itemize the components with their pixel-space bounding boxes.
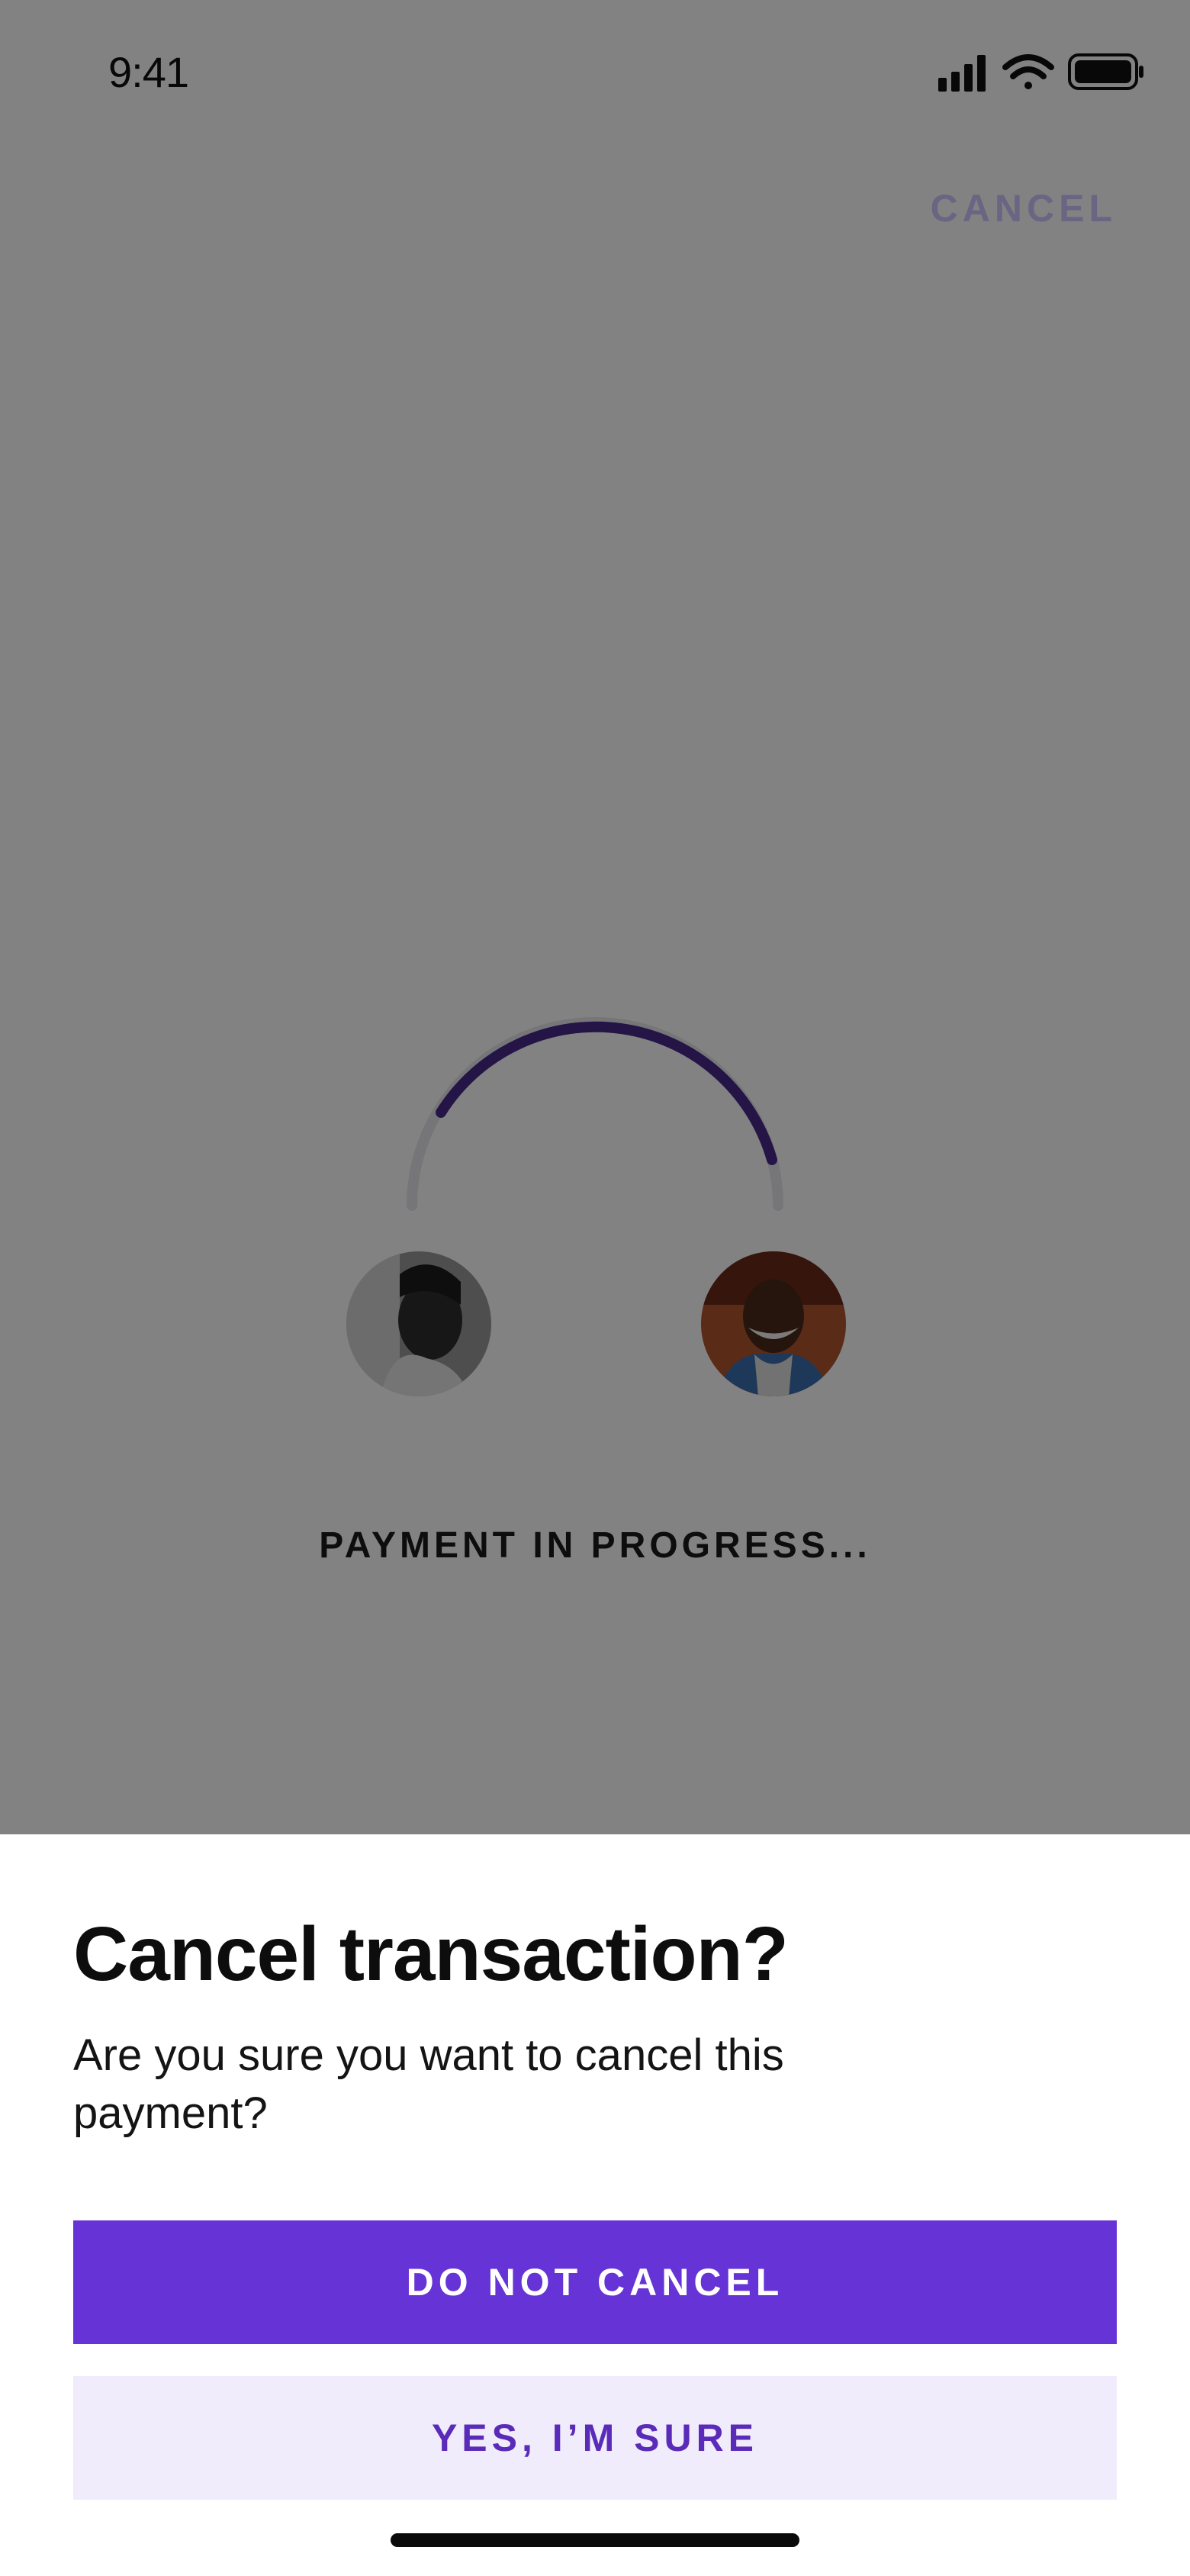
- cancel-confirmation-sheet: Cancel transaction? Are you sure you wan…: [0, 1834, 1190, 2576]
- dialog-title: Cancel transaction?: [73, 1911, 789, 1997]
- dialog-message: Are you sure you want to cancel this pay…: [73, 2030, 784, 2138]
- confirm-cancel-button[interactable]: YES, I’M SURE: [73, 2376, 1117, 2500]
- payment-screen: 9:41 CANCEL PAYMENT IN PROGRESS...: [0, 0, 1190, 1834]
- home-indicator: [391, 2533, 799, 2547]
- do-not-cancel-button[interactable]: DO NOT CANCEL: [73, 2220, 1117, 2344]
- modal-backdrop[interactable]: [0, 0, 1190, 1834]
